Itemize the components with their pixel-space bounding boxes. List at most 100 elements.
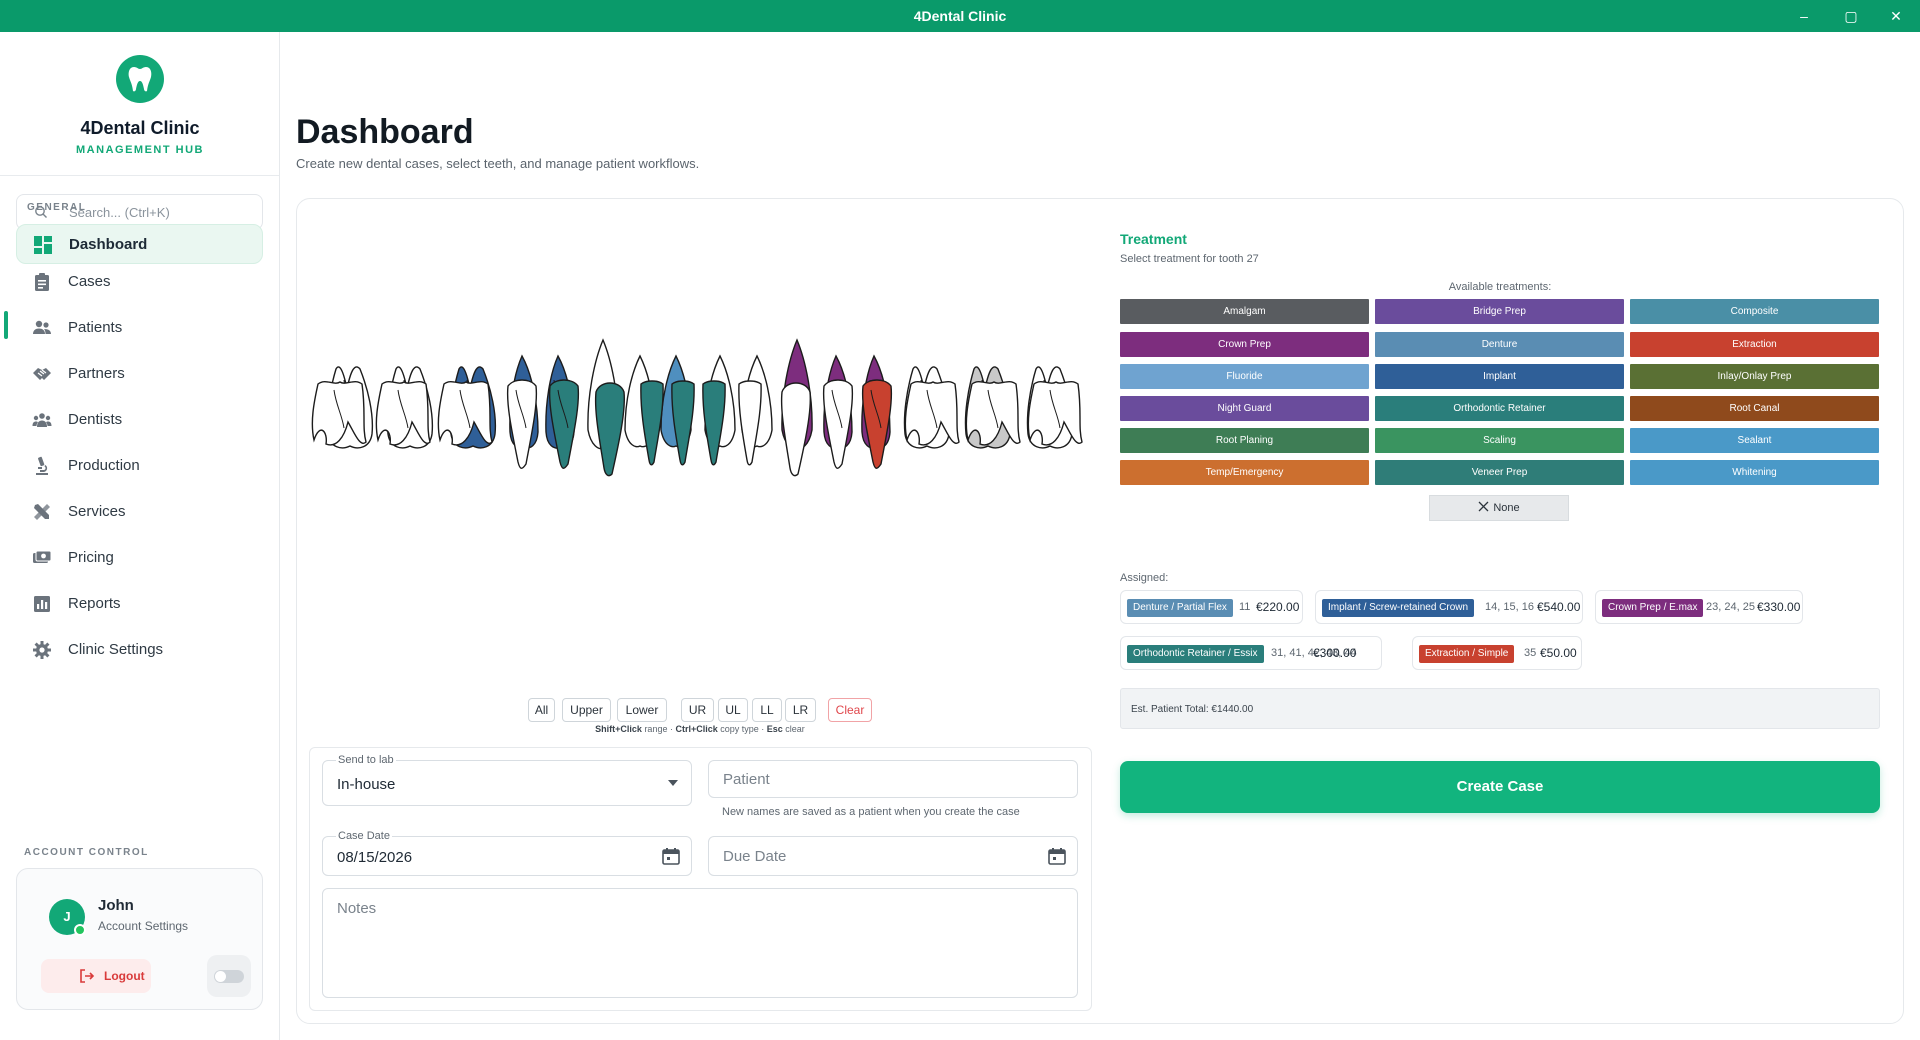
treatment-option-sealant[interactable]: Sealant <box>1630 428 1879 453</box>
logout-icon <box>80 969 95 983</box>
brand-subtitle: MANAGEMENT HUB <box>76 144 204 156</box>
treatment-option-denture[interactable]: Denture <box>1375 332 1624 357</box>
treatment-option-root-planing[interactable]: Root Planing <box>1120 428 1369 453</box>
treatment-option-crown-prep[interactable]: Crown Prep <box>1120 332 1369 357</box>
sidebar-item-cases[interactable]: Cases <box>16 262 263 302</box>
assigned-item[interactable]: Crown Prep / E.max 23, 24, 25 €330.00 <box>1595 590 1803 624</box>
sidebar-item-label: Dashboard <box>69 236 148 253</box>
page-subtitle: Create new dental cases, select teeth, a… <box>296 156 700 171</box>
assigned-item[interactable]: Implant / Screw-retained Crown 14, 15, 1… <box>1315 590 1583 624</box>
create-case-button[interactable]: Create Case <box>1120 761 1880 813</box>
treatment-option-scaling[interactable]: Scaling <box>1375 428 1624 453</box>
minimize-button[interactable]: – <box>1793 5 1815 27</box>
treatment-title: Treatment <box>1120 231 1187 247</box>
sidebar-item-label: Patients <box>68 319 123 336</box>
sidebar-item-production[interactable]: Production <box>16 446 263 486</box>
lower-tooth-10[interactable] <box>738 380 762 466</box>
theme-toggle[interactable] <box>207 955 251 997</box>
sidebar-item-clinic-settings[interactable]: Clinic Settings <box>16 630 263 670</box>
lower-tooth-3[interactable] <box>437 381 493 446</box>
lower-tooth-13[interactable] <box>861 379 893 469</box>
assigned-teeth: 23, 24, 25 <box>1706 601 1755 613</box>
clipboard-icon <box>35 273 49 291</box>
select-lr-button[interactable]: LR <box>785 698 816 722</box>
select-upper-button[interactable]: Upper <box>562 698 611 722</box>
maximize-button[interactable]: ▢ <box>1840 5 1862 27</box>
treatment-option-amalgam[interactable]: Amalgam <box>1120 299 1369 324</box>
treatment-option-fluoride[interactable]: Fluoride <box>1120 364 1369 389</box>
case-date-input[interactable]: Case Date 08/15/2026 <box>322 830 692 876</box>
bar-chart-icon <box>34 596 50 612</box>
lab-select-value: In-house <box>337 776 396 793</box>
tools-icon <box>34 504 50 520</box>
users-icon <box>33 320 51 334</box>
treatment-option-implant[interactable]: Implant <box>1375 364 1624 389</box>
close-window-button[interactable]: ✕ <box>1885 5 1907 27</box>
assigned-price: €540.00 <box>1537 600 1581 614</box>
sidebar-item-partners[interactable]: Partners <box>16 354 263 394</box>
sidebar-item-services[interactable]: Services <box>16 492 263 532</box>
assigned-price: €50.00 <box>1540 646 1577 660</box>
dashboard-icon <box>34 236 52 254</box>
lower-tooth-1[interactable] <box>311 381 367 446</box>
calendar-icon[interactable] <box>662 847 680 865</box>
assigned-item-price-wrap: €300.00 <box>1120 636 1382 670</box>
calendar-icon[interactable] <box>1048 847 1066 865</box>
section-general-label: GENERAL <box>27 202 87 213</box>
treatment-option-orthodontic-retainer[interactable]: Orthodontic Retainer <box>1375 396 1624 421</box>
lower-tooth-7[interactable] <box>640 380 664 466</box>
select-ul-button[interactable]: UL <box>718 698 748 722</box>
chevron-down-icon <box>668 780 678 786</box>
estimated-total-text: Est. Patient Total: €1440.00 <box>1131 704 1254 715</box>
lab-select[interactable]: Send to lab In-house <box>322 754 692 806</box>
case-date-label: Case Date <box>336 830 392 842</box>
sidebar-item-reports[interactable]: Reports <box>16 584 263 624</box>
treatment-option-root-canal[interactable]: Root Canal <box>1630 396 1879 421</box>
sidebar-item-pricing[interactable]: Pricing <box>16 538 263 578</box>
assigned-teeth: 14, 15, 16 <box>1485 601 1534 613</box>
none-label: None <box>1493 502 1520 514</box>
lower-tooth-9[interactable] <box>702 380 726 466</box>
sidebar-item-patients[interactable]: Patients <box>16 308 263 348</box>
sidebar-item-dashboard[interactable]: Dashboard <box>16 224 263 264</box>
clear-selection-button[interactable]: Clear <box>828 698 872 722</box>
handshake-icon <box>33 368 51 380</box>
treatment-option-night-guard[interactable]: Night Guard <box>1120 396 1369 421</box>
patient-note: New names are saved as a patient when yo… <box>722 806 1020 818</box>
notes-textarea[interactable]: Notes <box>322 888 1078 998</box>
lab-select-label: Send to lab <box>336 754 396 766</box>
assigned-price: €220.00 <box>1256 600 1300 614</box>
lower-tooth-6[interactable] <box>594 382 626 477</box>
account-name: John <box>98 897 134 914</box>
due-date-input[interactable]: Due Date <box>708 836 1078 876</box>
treatment-option-temp-emergency[interactable]: Temp/Emergency <box>1120 460 1369 485</box>
select-ll-button[interactable]: LL <box>752 698 782 722</box>
select-all-button[interactable]: All <box>528 698 555 722</box>
sidebar-item-dentists[interactable]: Dentists <box>16 400 263 440</box>
treatment-subtitle: Select treatment for tooth 27 <box>1120 253 1259 265</box>
selection-hint: Shift+Click range · Ctrl+Click copy type… <box>540 724 860 734</box>
none-treatment-button[interactable]: None <box>1429 495 1569 521</box>
treatment-option-inlay-onlay-prep[interactable]: Inlay/Onlay Prep <box>1630 364 1879 389</box>
treatment-option-whitening[interactable]: Whitening <box>1630 460 1879 485</box>
assigned-item[interactable]: Extraction / Simple 35 €50.00 <box>1412 636 1582 670</box>
assigned-item[interactable]: Denture / Partial Flex 11 €220.00 <box>1120 590 1303 624</box>
lower-tooth-2[interactable] <box>375 381 431 446</box>
treatment-option-veneer-prep[interactable]: Veneer Prep <box>1375 460 1624 485</box>
patient-input[interactable]: Patient <box>708 760 1078 798</box>
account-card: J John Account Settings Logout <box>16 868 263 1010</box>
treatment-option-composite[interactable]: Composite <box>1630 299 1879 324</box>
sidebar-item-label: Partners <box>68 365 125 382</box>
lower-tooth-4[interactable] <box>506 379 538 469</box>
select-lower-button[interactable]: Lower <box>617 698 667 722</box>
treatment-option-extraction[interactable]: Extraction <box>1630 332 1879 357</box>
lower-tooth-8[interactable] <box>671 380 695 466</box>
account-settings-link[interactable]: Account Settings <box>98 919 188 933</box>
lower-tooth-5[interactable] <box>548 379 580 469</box>
select-ur-button[interactable]: UR <box>681 698 714 722</box>
treatment-option-bridge-prep[interactable]: Bridge Prep <box>1375 299 1624 324</box>
logout-button[interactable]: Logout <box>41 959 151 993</box>
lower-tooth-12[interactable] <box>822 379 854 469</box>
hint-range: range · <box>641 724 676 734</box>
lower-tooth-11[interactable] <box>780 382 812 477</box>
